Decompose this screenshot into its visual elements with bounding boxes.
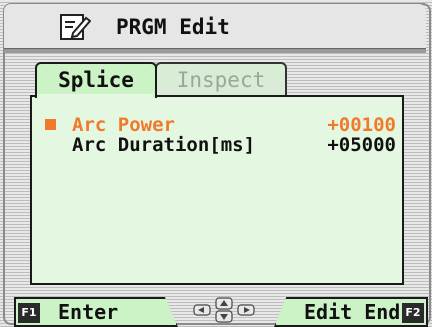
tab-inspect-label: Inspect: [176, 68, 266, 92]
f2-label: Edit End: [304, 300, 401, 324]
title-bar: PRGM Edit: [4, 4, 426, 48]
param-value: +00100: [327, 114, 396, 136]
f1-enter-button[interactable]: F1 Enter: [14, 297, 178, 327]
param-row-arc-duration[interactable]: Arc Duration[ms] +05000: [32, 134, 402, 156]
tab-inspect[interactable]: Inspect: [155, 62, 287, 98]
title-separator: [4, 48, 426, 53]
f2-badge: F2: [402, 303, 424, 323]
selection-marker: [45, 119, 56, 130]
f2-edit-end-button[interactable]: Edit End F2: [274, 297, 428, 327]
edit-document-icon: [60, 14, 91, 40]
param-value: +05000: [327, 134, 396, 156]
param-row-arc-power[interactable]: Arc Power +00100: [32, 114, 402, 136]
active-tab-join: [37, 94, 153, 100]
param-label: Arc Power: [72, 114, 175, 136]
parameter-panel: Arc Power +00100 Arc Duration[ms] +05000: [30, 95, 404, 285]
function-key-bar: F1 Enter Edit End F2: [4, 291, 428, 327]
param-label: Arc Duration[ms]: [72, 134, 256, 156]
f1-label: Enter: [58, 300, 119, 324]
tab-splice[interactable]: Splice: [35, 62, 157, 98]
window-title: PRGM Edit: [116, 15, 230, 39]
direction-pad-icon: [193, 297, 255, 323]
f1-badge: F1: [18, 303, 40, 323]
tab-splice-label: Splice: [58, 68, 134, 92]
